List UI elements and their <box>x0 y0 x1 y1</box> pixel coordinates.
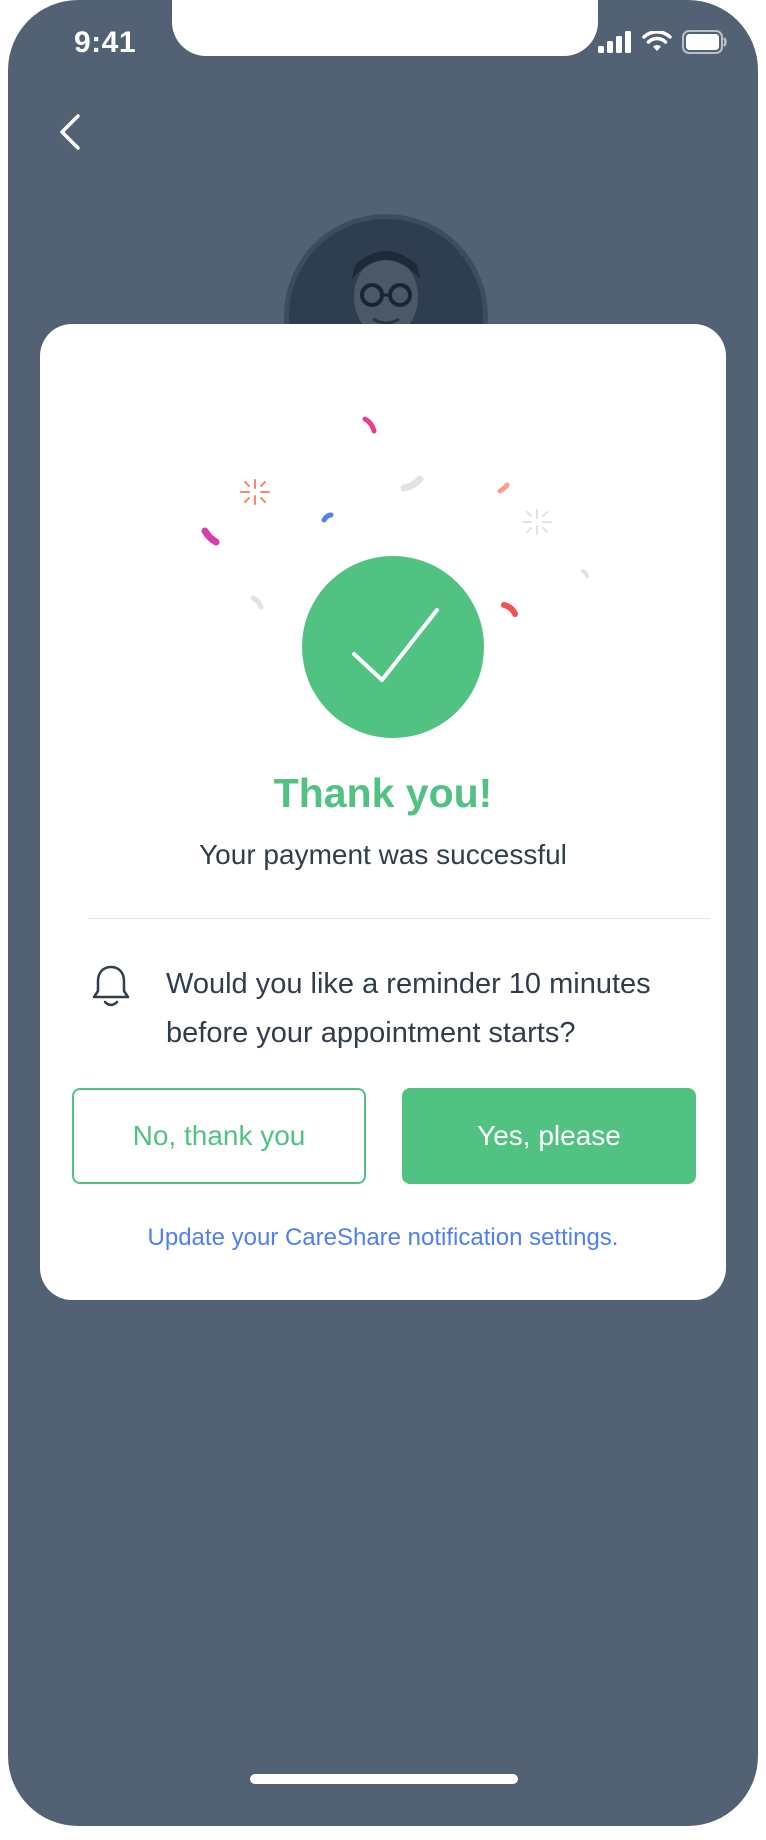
payment-success-modal: Thank you! Your payment was successful W… <box>40 324 726 1300</box>
cellular-signal-icon <box>598 31 631 53</box>
accept-reminder-button[interactable]: Yes, please <box>402 1088 696 1184</box>
status-time: 9:41 <box>74 26 137 59</box>
checkmark-icon <box>352 608 439 682</box>
notification-settings-link[interactable]: Update your CareShare notification setti… <box>40 1224 726 1252</box>
success-subtitle: Your payment was successful <box>199 839 567 870</box>
back-button[interactable] <box>52 112 92 152</box>
chevron-left-icon <box>60 114 80 150</box>
success-title: Thank you! <box>273 770 493 816</box>
wifi-icon <box>642 31 672 51</box>
reminder-question: Would you like a reminder 10 minutes bef… <box>166 968 651 1049</box>
success-checkmark-badge <box>302 556 484 738</box>
home-indicator[interactable] <box>250 1774 518 1784</box>
divider <box>88 918 710 919</box>
device-notch <box>172 0 598 56</box>
bell-icon <box>92 964 130 1010</box>
status-icons <box>598 30 728 54</box>
phone-screen: 9:41 Thank you! Your payment was success… <box>8 0 758 1826</box>
decline-reminder-button[interactable]: No, thank you <box>72 1088 366 1184</box>
battery-icon <box>682 30 727 54</box>
